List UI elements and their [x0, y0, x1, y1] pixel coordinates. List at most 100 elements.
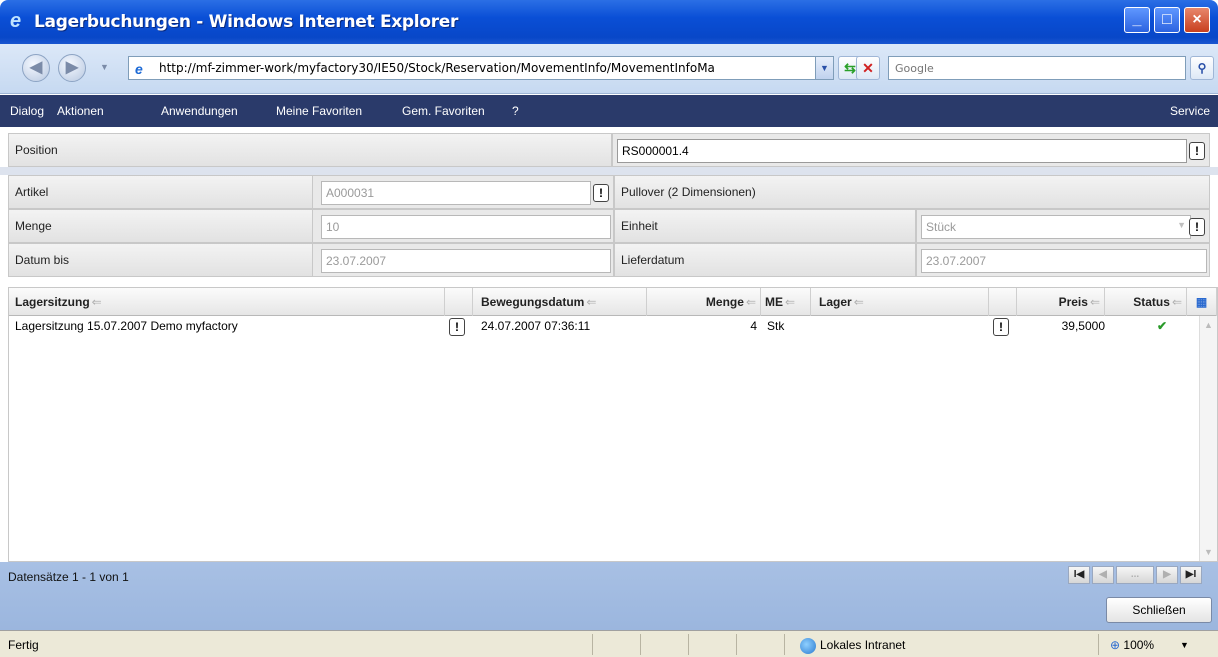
back-arrow-icon: ◀ [29, 59, 43, 76]
pager-prev-button[interactable]: ◀ [1092, 566, 1114, 584]
zoom-control[interactable]: ⊕ 100% [1110, 638, 1154, 652]
url-text[interactable]: http://mf-zimmer-work/myfactory30/IE50/S… [159, 61, 715, 75]
search-input[interactable] [889, 57, 1185, 79]
artikel-field[interactable]: A000031 [321, 181, 591, 205]
zone-label: Lokales Intranet [820, 638, 906, 653]
menu-bar: Dialog Aktionen Anwendungen Meine Favori… [0, 95, 1218, 127]
grid-footer: Datensätze 1 - 1 von 1 I◀ ◀ ... ▶ ▶I Sch… [0, 562, 1218, 630]
einheit-label: Einheit [614, 209, 916, 243]
column-bewegungsdatum[interactable]: Bewegungsdatum ⇐ [473, 288, 647, 316]
forward-button[interactable]: ▶ [58, 54, 86, 82]
column-bewegungsdatum-label: Bewegungsdatum [481, 295, 585, 309]
scroll-up-icon[interactable]: ▲ [1200, 316, 1217, 334]
address-field[interactable]: e http://mf-zimmer-work/myfactory30/IE50… [128, 56, 834, 80]
status-divider [736, 634, 737, 655]
menge-cell: 10 [312, 209, 614, 243]
zoom-dropdown-icon[interactable]: ▼ [1180, 640, 1189, 650]
column-menge[interactable]: Menge ⇐ [647, 288, 761, 316]
chevron-down-icon[interactable]: ▼ [1177, 220, 1186, 230]
menu-gem-favoriten[interactable]: Gem. Favoriten [402, 104, 485, 118]
sort-icon: ⇐ [785, 295, 796, 309]
sort-icon: ⇐ [91, 295, 102, 309]
einheit-cell: Stück ▼ ! [916, 209, 1210, 243]
status-divider [1098, 634, 1099, 655]
forward-arrow-icon: ▶ [65, 59, 79, 76]
address-toolbar: ◀ ▶ ▼ e http://mf-zimmer-work/myfactory3… [0, 44, 1218, 94]
position-label: Position [8, 133, 612, 167]
close-window-button[interactable]: × [1184, 7, 1210, 33]
sort-icon: ⇐ [1089, 295, 1100, 309]
menge-label: Menge [8, 209, 320, 243]
cell-bewegungsdatum: 24.07.2007 07:36:11 [481, 319, 591, 333]
position-field[interactable]: RS000001.4 [617, 139, 1187, 163]
address-dropdown-icon[interactable]: ▼ [815, 57, 833, 79]
pager-next-button[interactable]: ▶ [1156, 566, 1178, 584]
row-lager-lookup-icon[interactable]: ! [993, 318, 1009, 336]
history-dropdown-icon[interactable]: ▼ [100, 62, 109, 72]
row-lookup-icon[interactable]: ! [449, 318, 465, 336]
scroll-down-icon[interactable]: ▼ [1200, 543, 1217, 561]
column-status-label: Status [1133, 295, 1170, 309]
datum-bis-cell: 23.07.2007 [312, 243, 614, 277]
pager-first-button[interactable]: I◀ [1068, 566, 1090, 584]
vertical-scrollbar[interactable]: ▲ ▼ [1199, 316, 1217, 561]
lieferdatum-field[interactable]: 23.07.2007 [921, 249, 1207, 273]
artikel-lookup-icon[interactable]: ! [593, 184, 609, 202]
menu-dialog[interactable]: Dialog [10, 104, 44, 118]
back-button[interactable]: ◀ [22, 54, 50, 82]
column-spacer [445, 288, 473, 316]
column-me-label: ME [765, 295, 783, 309]
lieferdatum-label: Lieferdatum [614, 243, 916, 277]
record-count: Datensätze 1 - 1 von 1 [8, 570, 129, 584]
search-icon: ⚲ [1197, 61, 1207, 75]
status-text: Fertig [8, 638, 39, 652]
maximize-button[interactable]: □ [1154, 7, 1180, 33]
minimize-button[interactable]: _ [1124, 7, 1150, 33]
section-divider [0, 167, 1218, 175]
status-divider [640, 634, 641, 655]
menu-help[interactable]: ? [512, 104, 519, 118]
cell-menge: 4 [750, 319, 757, 333]
menu-aktionen[interactable]: Aktionen [57, 104, 104, 118]
internet-explorer-icon: e [10, 10, 22, 32]
column-lager-label: Lager [819, 295, 852, 309]
sort-icon: ⇐ [1171, 295, 1182, 309]
einheit-select[interactable]: Stück ▼ [921, 215, 1191, 239]
column-lagersitzung[interactable]: Lagersitzung ⇐ [9, 288, 445, 316]
pager-last-button[interactable]: ▶I [1180, 566, 1202, 584]
status-check-icon: ✔ [1157, 319, 1168, 333]
search-box[interactable] [888, 56, 1186, 80]
grid-header: Lagersitzung ⇐ Bewegungsdatum ⇐ Menge ⇐ ME ⇐… [9, 288, 1217, 316]
menu-anwendungen[interactable]: Anwendungen [161, 104, 238, 118]
column-chooser-icon[interactable]: ▦ [1187, 288, 1217, 316]
sort-icon: ⇐ [745, 295, 756, 309]
stop-button[interactable]: ✕ [856, 56, 880, 80]
position-lookup-icon[interactable]: ! [1189, 142, 1205, 160]
pager-more-button[interactable]: ... [1116, 566, 1154, 584]
movement-grid: Lagersitzung ⇐ Bewegungsdatum ⇐ Menge ⇐ ME ⇐… [8, 287, 1218, 562]
einheit-lookup-icon[interactable]: ! [1189, 218, 1205, 236]
datum-bis-label: Datum bis [8, 243, 320, 277]
position-cell: RS000001.4 ! [612, 133, 1210, 167]
column-status[interactable]: Status ⇐ [1105, 288, 1187, 316]
table-row[interactable]: Lagersitzung 15.07.2007 Demo myfactory !… [9, 316, 1199, 338]
cell-me: Stk [767, 319, 785, 333]
status-bar: Fertig Lokales Intranet ⊕ 100% ▼ [0, 630, 1218, 657]
column-lager[interactable]: Lager ⇐ [811, 288, 989, 316]
column-spacer [989, 288, 1017, 316]
security-zone[interactable]: Lokales Intranet [800, 638, 905, 654]
search-button[interactable]: ⚲ [1190, 56, 1214, 80]
datum-bis-field[interactable]: 23.07.2007 [321, 249, 611, 273]
schliessen-button[interactable]: Schließen [1106, 597, 1212, 623]
sort-icon: ⇐ [586, 295, 597, 309]
column-me[interactable]: ME ⇐ [761, 288, 811, 316]
window-titlebar[interactable]: e Lagerbuchungen - Windows Internet Expl… [0, 0, 1218, 44]
menu-service[interactable]: Service [1170, 104, 1210, 118]
einheit-value: Stück [926, 220, 957, 234]
column-preis[interactable]: Preis ⇐ [1017, 288, 1105, 316]
menge-field[interactable]: 10 [321, 215, 611, 239]
menu-meine-favoriten[interactable]: Meine Favoriten [276, 104, 362, 118]
column-menge-label: Menge [705, 295, 744, 309]
window-title: Lagerbuchungen - Windows Internet Explor… [34, 12, 459, 32]
zoom-value: 100% [1123, 638, 1155, 652]
